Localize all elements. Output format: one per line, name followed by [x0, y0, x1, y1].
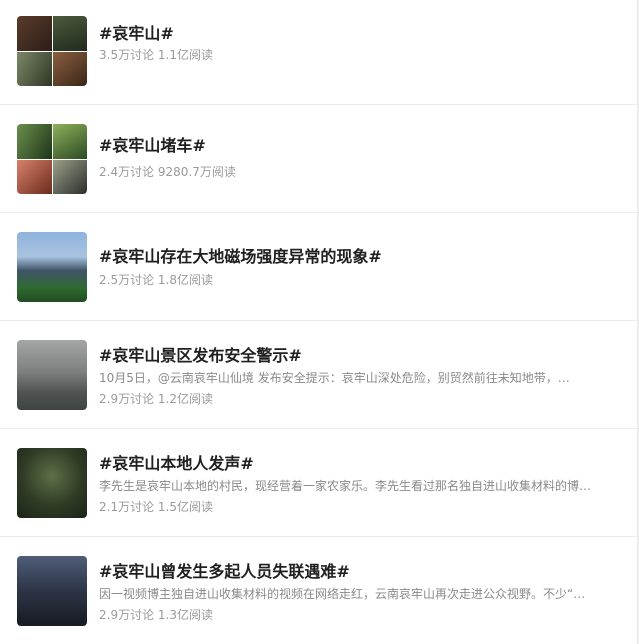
topic-stats: 3.5万讨论 1.1亿阅读	[99, 48, 213, 62]
topic-description: 10月5日，@云南哀牢山仙境 发布安全提示：哀牢山深处危险，别贸然前往未知地带，…	[99, 371, 570, 385]
thumb-cell	[52, 51, 87, 86]
thumb-cell	[52, 124, 87, 159]
topic-item[interactable]: #哀牢山曾发生多起人员失联遇难# 因一视频博主独自进山收集材料的视频在网络走红，…	[0, 537, 637, 644]
topic-stats: 2.9万讨论 1.2亿阅读	[99, 392, 213, 406]
thumb-cell	[52, 159, 87, 194]
topic-thumbnail[interactable]	[17, 448, 87, 518]
topic-thumbnail[interactable]	[17, 556, 87, 626]
topic-description: 李先生是哀牢山本地的村民，现经营着一家农家乐。李先生看过那名独自进山收集材料的博…	[99, 479, 592, 493]
topic-item[interactable]: #哀牢山本地人发声# 李先生是哀牢山本地的村民，现经营着一家农家乐。李先生看过那…	[0, 429, 637, 537]
topic-title[interactable]: #哀牢山本地人发声#	[99, 450, 254, 474]
thumb-cell	[17, 159, 52, 194]
topic-item[interactable]: #哀牢山存在大地磁场强度异常的现象# 2.5万讨论 1.8亿阅读	[0, 213, 637, 321]
topic-title[interactable]: #哀牢山堵车#	[99, 132, 206, 156]
topic-stats: 2.5万讨论 1.8亿阅读	[99, 273, 213, 287]
topic-item[interactable]: #哀牢山堵车# 2.4万讨论 9280.7万阅读	[0, 105, 637, 213]
topic-title[interactable]: #哀牢山#	[99, 20, 174, 44]
topic-title[interactable]: #哀牢山存在大地磁场强度异常的现象#	[99, 243, 382, 267]
topic-thumbnail[interactable]	[17, 340, 87, 410]
thumb-cell	[17, 16, 52, 51]
topic-stats: 2.9万讨论 1.3亿阅读	[99, 608, 213, 622]
topic-thumbnail[interactable]	[17, 232, 87, 302]
topic-thumbnail[interactable]	[17, 124, 87, 194]
topic-list: #哀牢山# 3.5万讨论 1.1亿阅读 #哀牢山堵车# 2.4万讨论 9280.…	[0, 0, 639, 644]
topic-item[interactable]: #哀牢山# 3.5万讨论 1.1亿阅读	[0, 0, 637, 105]
topic-stats: 2.4万讨论 9280.7万阅读	[99, 165, 236, 179]
topic-item[interactable]: #哀牢山景区发布安全警示# 10月5日，@云南哀牢山仙境 发布安全提示：哀牢山深…	[0, 321, 637, 429]
topic-thumbnail[interactable]	[17, 16, 87, 86]
thumb-cell	[17, 51, 52, 86]
topic-stats: 2.1万讨论 1.5亿阅读	[99, 500, 213, 514]
topic-title[interactable]: #哀牢山曾发生多起人员失联遇难#	[99, 558, 350, 582]
thumb-cell	[17, 124, 52, 159]
thumb-cell	[52, 16, 87, 51]
topic-title[interactable]: #哀牢山景区发布安全警示#	[99, 342, 302, 366]
topic-description: 因一视频博主独自进山收集材料的视频在网络走红，云南哀牢山再次走进公众视野。不少“…	[99, 587, 586, 601]
